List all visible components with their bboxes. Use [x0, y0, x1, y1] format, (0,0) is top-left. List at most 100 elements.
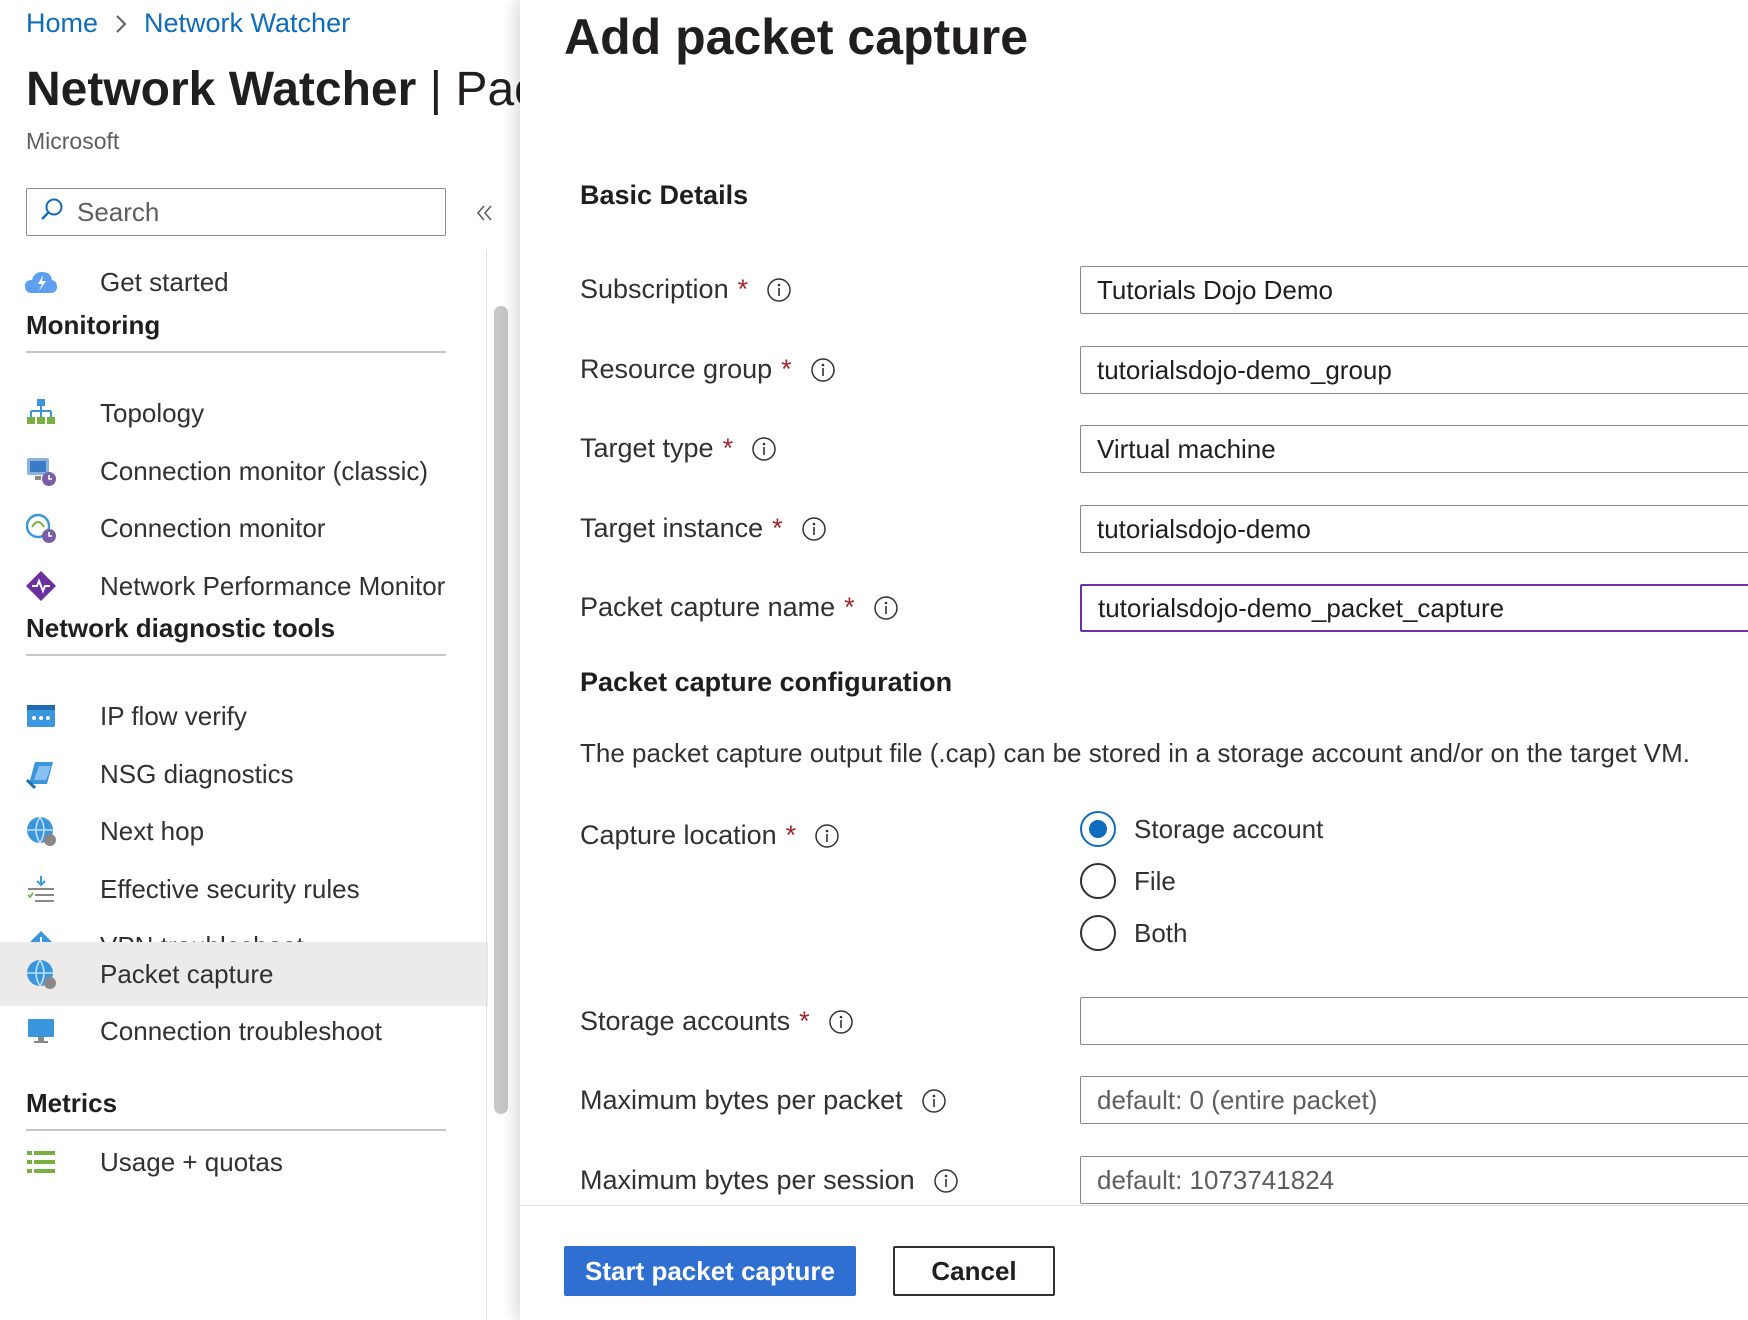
info-icon[interactable]: [814, 823, 840, 849]
target-instance-label: Target instance *: [580, 513, 827, 544]
blade-subtitle: Microsoft: [26, 128, 120, 154]
topology-icon: [24, 396, 58, 430]
nav-item-ip-flow-verify[interactable]: IP flow verify: [0, 684, 488, 748]
nav-item-connection-monitor-classic[interactable]: Connection monitor (classic): [0, 439, 488, 503]
nav-item-topology[interactable]: Topology: [0, 381, 488, 445]
blade-title: Network Watcher | Pac: [26, 62, 520, 117]
nav-item-label: Topology: [100, 397, 205, 428]
nav-item-nsg-diagnostics[interactable]: NSG diagnostics: [0, 742, 488, 806]
target-type-field[interactable]: Virtual machine: [1080, 425, 1748, 473]
radio-button[interactable]: [1080, 863, 1116, 899]
usage-quotas-icon: [24, 1145, 58, 1179]
target-instance-field[interactable]: tutorialsdojo-demo: [1080, 505, 1748, 553]
add-packet-capture-pane: Add packet capture Basic Details Subscri…: [520, 0, 1748, 1320]
storage-accounts-label-text: Storage accounts: [580, 1006, 791, 1036]
nav-group-metrics: Metrics: [26, 1088, 118, 1118]
max-bytes-per-session-label-text: Maximum bytes per session: [580, 1165, 915, 1195]
nav-scrollbar[interactable]: [494, 306, 508, 1114]
section-packet-capture-configuration: Packet capture configuration: [580, 667, 953, 697]
nav-item-connection-troubleshoot[interactable]: Connection troubleshoot: [0, 999, 488, 1063]
nav-item-label: Connection monitor: [100, 512, 326, 543]
breadcrumb-home-link[interactable]: Home: [26, 8, 98, 39]
radio-file[interactable]: File: [1080, 863, 1176, 899]
resource-group-label: Resource group *: [580, 354, 836, 385]
nav-item-label: Effective security rules: [100, 873, 360, 904]
required-marker: *: [844, 592, 855, 622]
max-bytes-per-session-field[interactable]: default: 1073741824: [1080, 1156, 1748, 1204]
subscription-field[interactable]: Tutorials Dojo Demo: [1080, 266, 1748, 314]
cancel-button[interactable]: Cancel: [893, 1246, 1055, 1296]
info-icon[interactable]: [810, 357, 836, 383]
required-marker: *: [722, 433, 734, 463]
breadcrumb-network-watcher-link[interactable]: Network Watcher: [144, 8, 350, 39]
required-marker: *: [772, 513, 783, 543]
nav-item-get-started[interactable]: Get started: [0, 250, 488, 314]
nav-item-label: Network Performance Monitor: [100, 570, 446, 601]
max-bytes-per-session-label: Maximum bytes per session: [580, 1165, 959, 1196]
nav-group-network-diagnostic-tools: Network diagnostic tools: [26, 613, 336, 643]
info-icon[interactable]: [921, 1088, 947, 1114]
radio-both[interactable]: Both: [1080, 915, 1188, 951]
divider: [26, 351, 446, 353]
info-icon[interactable]: [801, 516, 827, 542]
target-type-label-text: Target type: [580, 433, 714, 463]
start-packet-capture-button[interactable]: Start packet capture: [564, 1246, 856, 1296]
target-instance-label-text: Target instance: [580, 513, 764, 543]
cloud-lightning-icon: [24, 265, 58, 299]
nav-item-usage-quotas[interactable]: Usage + quotas: [0, 1130, 488, 1194]
info-icon[interactable]: [751, 436, 777, 462]
nav-item-network-performance-monitor[interactable]: Network Performance Monitor: [0, 554, 488, 618]
radio-storage-account[interactable]: Storage account: [1080, 811, 1323, 847]
nav-item-label: IP flow verify: [100, 700, 247, 731]
radio-button[interactable]: [1080, 915, 1116, 951]
pane-footer: Start packet capture Cancel: [520, 1205, 1748, 1320]
packet-capture-name-label: Packet capture name *: [580, 592, 899, 623]
info-icon[interactable]: [873, 595, 899, 621]
storage-accounts-label: Storage accounts *: [580, 1006, 854, 1037]
search-icon: [39, 197, 65, 228]
required-marker: *: [785, 820, 797, 850]
effective-security-rules-icon: [24, 872, 58, 906]
collapse-menu-button[interactable]: [470, 198, 500, 228]
capture-location-label-text: Capture location: [580, 820, 777, 850]
nav-item-label: Packet capture: [100, 958, 274, 989]
double-chevron-left-icon: [476, 205, 492, 221]
info-icon[interactable]: [766, 277, 792, 303]
nsg-diagnostics-icon: [24, 757, 58, 791]
search-input[interactable]: Search: [26, 188, 446, 236]
nav-item-label: NSG diagnostics: [100, 758, 294, 789]
info-icon[interactable]: [828, 1009, 854, 1035]
nav-item-effective-security-rules[interactable]: Effective security rules: [0, 857, 488, 921]
max-bytes-per-packet-label-text: Maximum bytes per packet: [580, 1085, 903, 1115]
network-performance-monitor-icon: [24, 569, 58, 603]
nav-item-next-hop[interactable]: Next hop: [0, 799, 488, 863]
packet-capture-name-field[interactable]: tutorialsdojo-demo_packet_capture: [1080, 584, 1748, 632]
nav-item-label: Usage + quotas: [100, 1146, 283, 1177]
max-bytes-per-packet-field[interactable]: default: 0 (entire packet): [1080, 1076, 1748, 1124]
nav-item-label: Get started: [100, 266, 229, 297]
configuration-description: The packet capture output file (.cap) ca…: [580, 738, 1690, 768]
nav-item-connection-monitor[interactable]: Connection monitor: [0, 496, 488, 560]
connection-monitor-classic-icon: [24, 454, 58, 488]
globe-icon: [24, 814, 58, 848]
radio-label: Both: [1134, 917, 1188, 948]
left-blade: Home Network Watcher Network Watcher | P…: [0, 0, 520, 1320]
storage-accounts-field[interactable]: [1080, 997, 1748, 1045]
required-marker: *: [737, 274, 749, 304]
packet-capture-icon: [24, 957, 58, 991]
subscription-label: Subscription *: [580, 274, 792, 305]
nav-scroll-track: [486, 250, 487, 1320]
radio-button-checked[interactable]: [1080, 811, 1116, 847]
resource-group-label-text: Resource group: [580, 354, 773, 384]
divider: [26, 654, 446, 656]
nav-item-label: Next hop: [100, 815, 205, 846]
blade-title-main: Network Watcher: [26, 63, 417, 116]
info-icon[interactable]: [933, 1168, 959, 1194]
nav-item-label: Connection troubleshoot: [100, 1015, 382, 1046]
nav-item-packet-capture[interactable]: Packet capture: [0, 942, 488, 1006]
radio-label: Storage account: [1134, 813, 1324, 844]
resource-group-field[interactable]: tutorialsdojo-demo_group: [1080, 346, 1748, 394]
max-bytes-per-packet-label: Maximum bytes per packet: [580, 1085, 947, 1116]
target-type-label: Target type *: [580, 433, 777, 464]
side-nav: Get started Monitoring Topology Connecti…: [0, 250, 488, 1320]
